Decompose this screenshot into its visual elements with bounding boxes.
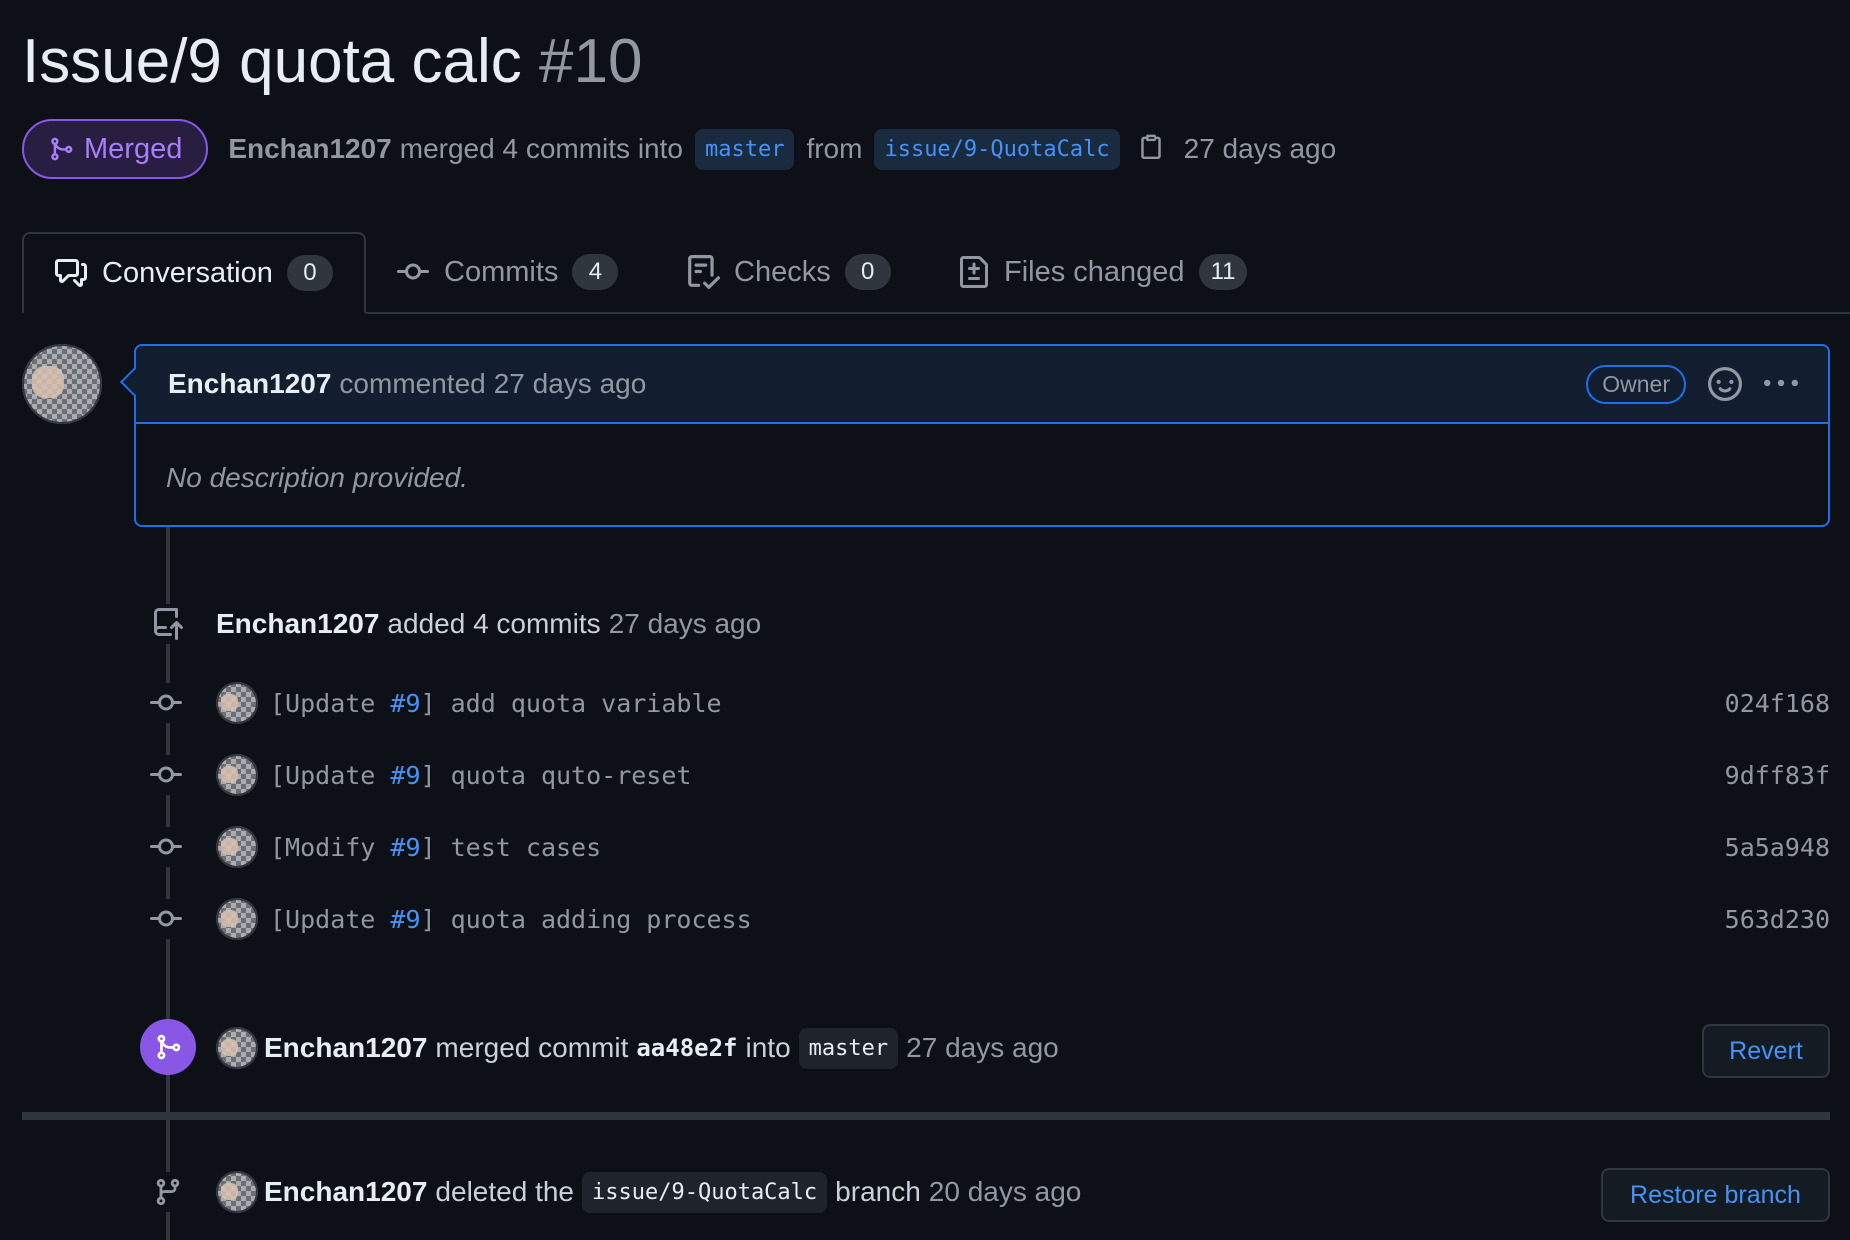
commit-message[interactable]: [Update #9] quota quto-reset	[270, 761, 691, 790]
pr-author-link[interactable]: Enchan1207	[228, 133, 391, 165]
issue-ref-link[interactable]: #9	[390, 689, 420, 718]
comment-author-link[interactable]: Enchan1207	[168, 368, 331, 400]
comment-body: No description provided.	[166, 462, 468, 493]
revert-button[interactable]: Revert	[1702, 1024, 1830, 1078]
delete-event-action: deleted the	[435, 1176, 574, 1207]
comment-discussion-icon	[55, 259, 87, 287]
delete-event-time[interactable]: 20 days ago	[929, 1176, 1082, 1208]
owner-badge: Owner	[1586, 364, 1686, 404]
delete-event-author-link[interactable]: Enchan1207	[264, 1176, 427, 1208]
commit-message[interactable]: [Modify #9] test cases	[270, 833, 601, 862]
comment-box: Enchan1207 commented 27 days ago Owner N…	[134, 344, 1830, 527]
tab-commits-count: 4	[572, 254, 619, 290]
commits-event-time[interactable]: 27 days ago	[609, 608, 762, 640]
merge-event-time[interactable]: 27 days ago	[906, 1032, 1059, 1064]
merge-into-text: into	[745, 1032, 791, 1063]
merged-state-label: Merged	[84, 132, 183, 165]
commit-row: [Update #9] add quota variable 024f168	[146, 678, 1830, 728]
checklist-icon	[688, 255, 720, 289]
merge-event-author-link[interactable]: Enchan1207	[264, 1032, 427, 1064]
comment-time-link[interactable]: 27 days ago	[494, 368, 647, 400]
avatar[interactable]	[216, 826, 258, 868]
commit-sha-link[interactable]: 563d230	[1725, 905, 1830, 934]
avatar[interactable]	[216, 754, 258, 796]
merge-event-action: merged commit	[435, 1032, 629, 1063]
repo-push-icon	[148, 604, 188, 644]
tab-conversation[interactable]: Conversation 0	[22, 232, 366, 314]
avatar[interactable]	[216, 898, 258, 940]
commit-message[interactable]: [Update #9] quota adding process	[270, 905, 752, 934]
from-text: from	[806, 133, 863, 164]
tab-files-changed-count: 11	[1198, 254, 1248, 290]
commit-sha-link[interactable]: 5a5a948	[1725, 833, 1830, 862]
head-branch-link[interactable]: issue/9-QuotaCalc	[874, 128, 1120, 170]
pr-merge-time: 27 days ago	[1183, 133, 1337, 164]
branch-deleted-event: Enchan1207 deleted the issue/9-QuotaCalc…	[264, 1168, 1081, 1216]
restore-branch-button[interactable]: Restore branch	[1601, 1168, 1830, 1222]
avatar[interactable]	[216, 1171, 258, 1213]
smiley-icon[interactable]	[1708, 367, 1742, 401]
tab-commits-label: Commits	[444, 255, 559, 288]
tab-checks-count: 0	[844, 254, 891, 290]
commits-event-action: added 4 commits	[387, 608, 601, 639]
merge-event: Enchan1207 merged commit aa48e2f into ma…	[264, 1024, 1059, 1072]
git-commit-icon	[397, 263, 429, 280]
comment-header: Enchan1207 commented 27 days ago Owner	[136, 346, 1828, 424]
tab-conversation-count: 0	[286, 255, 333, 291]
merge-commit-sha-link[interactable]: aa48e2f	[636, 1034, 737, 1062]
merge-summary-text: merged 4 commits into	[399, 133, 683, 164]
pr-meta: Merged Enchan1207 merged 4 commits into …	[22, 118, 1340, 180]
commit-row: [Update #9] quota adding process 563d230	[146, 894, 1830, 944]
tab-files-changed[interactable]: Files changed 11	[928, 232, 1277, 312]
commits-event-author-link[interactable]: Enchan1207	[216, 608, 379, 640]
commits-added-event: Enchan1207 added 4 commits 27 days ago	[216, 602, 761, 646]
merged-state-badge: Merged	[22, 119, 209, 179]
commit-sha-link[interactable]: 9dff83f	[1725, 761, 1830, 790]
deleted-branch-name: issue/9-QuotaCalc	[582, 1171, 828, 1213]
git-merge-icon	[51, 137, 73, 161]
avatar[interactable]	[216, 682, 258, 724]
base-branch-link[interactable]: master	[694, 128, 795, 170]
delete-event-suffix: branch	[835, 1176, 921, 1207]
commit-row: [Update #9] quota quto-reset 9dff83f	[146, 750, 1830, 800]
git-merge-icon	[140, 1019, 196, 1075]
tab-files-changed-label: Files changed	[1004, 255, 1185, 288]
issue-ref-link[interactable]: #9	[390, 905, 420, 934]
issue-ref-link[interactable]: #9	[390, 833, 420, 862]
tab-commits[interactable]: Commits 4	[366, 232, 648, 312]
commit-row: [Modify #9] test cases 5a5a948	[146, 822, 1830, 872]
timeline-divider	[22, 1112, 1830, 1120]
avatar[interactable]	[216, 1027, 258, 1069]
tab-conversation-label: Conversation	[102, 256, 273, 289]
kebab-horizontal-icon[interactable]	[1764, 367, 1798, 401]
avatar[interactable]	[22, 344, 102, 424]
pr-tabs: Conversation 0 Commits 4 Checks 0 Files …	[22, 232, 1850, 314]
file-diff-icon	[960, 256, 988, 288]
tab-checks[interactable]: Checks 0	[656, 232, 921, 312]
git-commit-icon	[146, 683, 186, 723]
git-commit-icon	[146, 827, 186, 867]
git-commit-icon	[146, 899, 186, 939]
pr-title: Issue/9 quota calc	[22, 27, 522, 96]
commit-message[interactable]: [Update #9] add quota variable	[270, 689, 722, 718]
issue-ref-link[interactable]: #9	[390, 761, 420, 790]
page-title: Issue/9 quota calc #10	[22, 22, 642, 102]
commit-sha-link[interactable]: 024f168	[1725, 689, 1830, 718]
comment-action: commented	[339, 368, 486, 399]
tab-checks-label: Checks	[734, 255, 831, 288]
git-commit-icon	[146, 755, 186, 795]
copy-icon[interactable]	[1138, 131, 1164, 168]
git-branch-icon	[148, 1172, 188, 1212]
pr-number: #10	[539, 27, 643, 96]
merge-base-branch-link[interactable]: master	[798, 1027, 899, 1069]
